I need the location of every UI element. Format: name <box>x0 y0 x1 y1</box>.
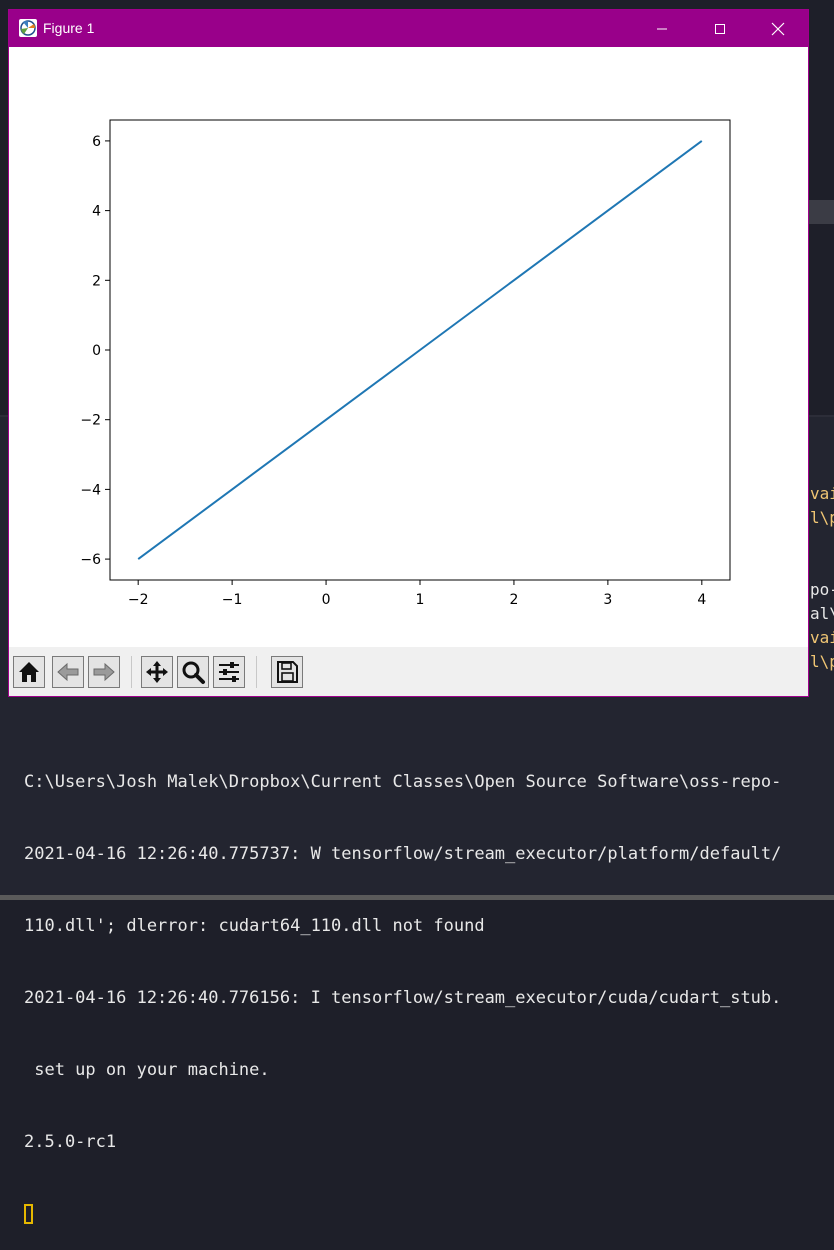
terminal-side-fragment: vai <box>810 628 834 647</box>
terminal-line: 110.dll'; dlerror: cudart64_110.dll not … <box>24 916 485 936</box>
x-tick-label: 0 <box>322 592 331 608</box>
navigation-toolbar <box>9 647 808 696</box>
back-icon <box>57 662 79 682</box>
zoom-icon <box>182 661 205 684</box>
x-tick-label: 1 <box>416 592 425 608</box>
terminal-side-fragment: po- <box>810 580 834 599</box>
terminal-line: 2021-04-16 12:26:40.776156: I tensorflow… <box>24 988 782 1008</box>
editor-scroll-strip <box>808 200 834 224</box>
figure-window[interactable]: Figure 1 −2 −1 0 1 2 3 4 −6 −4 −2 0 2 4 6 <box>8 9 809 697</box>
terminal-side-fragment: l\p <box>810 652 834 671</box>
pan-button[interactable] <box>141 656 173 688</box>
terminal-cursor <box>24 1204 33 1224</box>
minimize-button[interactable] <box>633 10 691 47</box>
toolbar-separator <box>256 656 257 688</box>
y-tick-label: 4 <box>92 204 101 220</box>
terminal-side-fragment: al\ <box>810 604 834 623</box>
y-tick-label: 6 <box>92 134 101 150</box>
terminal-line: 2.5.0-rc1 <box>24 1132 117 1152</box>
y-tick-label: −2 <box>80 413 101 429</box>
status-bar <box>0 895 834 900</box>
x-tick-label: −1 <box>222 592 243 608</box>
y-tick-label: 2 <box>92 273 101 289</box>
x-tick-label: −2 <box>128 592 149 608</box>
terminal-side-fragment: l\p <box>810 508 834 527</box>
forward-button[interactable] <box>88 656 120 688</box>
x-tick-label: 3 <box>603 592 612 608</box>
terminal-line: 2021-04-16 12:26:40.775737: W tensorflow… <box>24 844 782 864</box>
maximize-icon <box>715 23 725 34</box>
configure-subplots-button[interactable] <box>213 656 245 688</box>
home-button[interactable] <box>13 656 45 688</box>
window-title: Figure 1 <box>43 20 95 36</box>
y-tick-label: −4 <box>80 482 101 498</box>
toolbar-separator <box>131 656 132 688</box>
terminal-side-fragment: vai <box>810 484 834 503</box>
terminal-output[interactable]: C:\Users\Josh Malek\Dropbox\Current Clas… <box>24 722 834 1250</box>
home-icon <box>19 662 39 682</box>
terminal-line: set up on your machine. <box>24 1060 270 1080</box>
line-chart[interactable]: −2 −1 0 1 2 3 4 −6 −4 −2 0 2 4 6 <box>9 47 808 647</box>
x-tick-label: 4 <box>697 592 706 608</box>
y-tick-label: −6 <box>80 552 101 568</box>
back-button[interactable] <box>52 656 84 688</box>
save-icon <box>277 661 298 683</box>
window-titlebar[interactable]: Figure 1 <box>9 10 808 47</box>
terminal-line: C:\Users\Josh Malek\Dropbox\Current Clas… <box>24 772 782 792</box>
x-tick-label: 2 <box>509 592 518 608</box>
zoom-button[interactable] <box>177 656 209 688</box>
maximize-button[interactable] <box>691 10 749 47</box>
matplotlib-app-icon <box>19 19 37 37</box>
forward-icon <box>93 662 115 682</box>
configure-subplots-icon <box>219 662 239 682</box>
y-tick-label: 0 <box>92 343 101 359</box>
minimize-icon <box>657 28 667 29</box>
figure-canvas[interactable]: −2 −1 0 1 2 3 4 −6 −4 −2 0 2 4 6 <box>9 47 808 647</box>
close-button[interactable] <box>749 10 807 47</box>
save-button[interactable] <box>271 656 303 688</box>
close-icon <box>771 22 785 35</box>
series-line <box>137 140 703 560</box>
pan-icon <box>146 661 168 683</box>
